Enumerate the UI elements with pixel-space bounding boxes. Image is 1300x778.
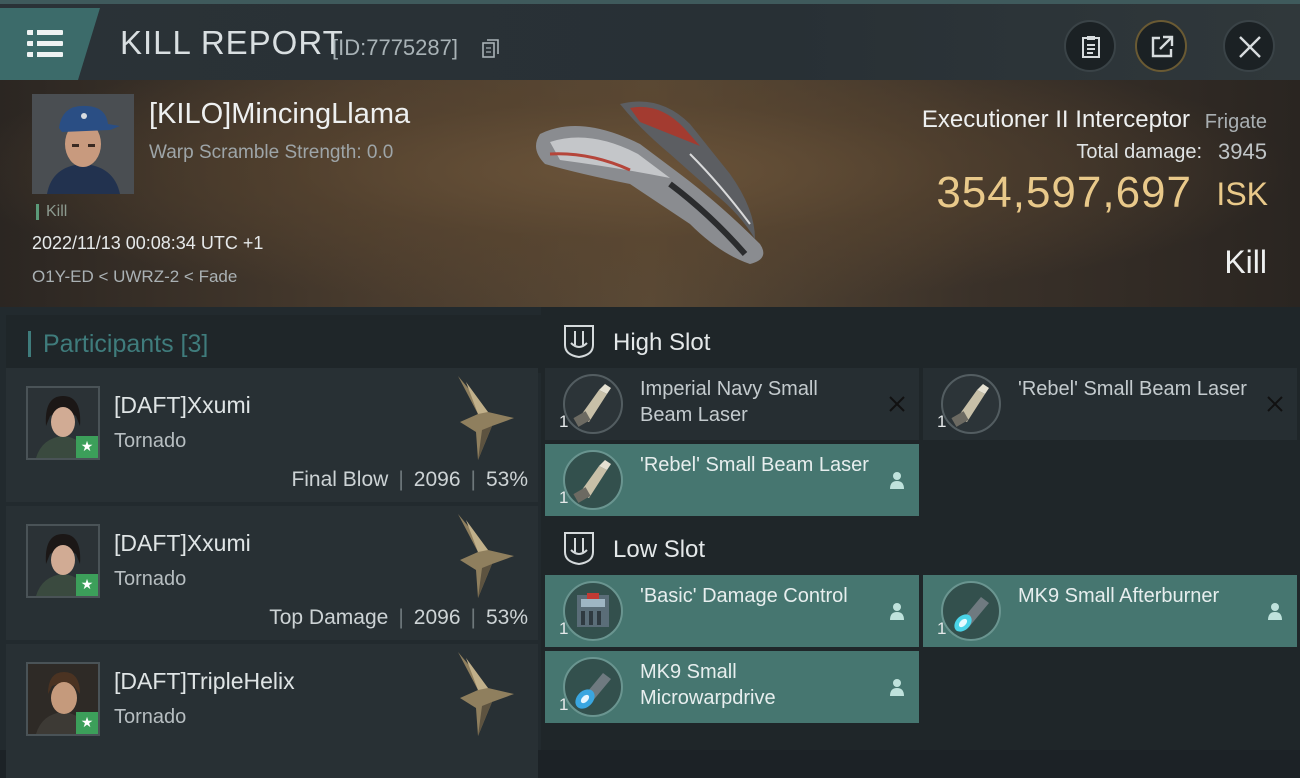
microwarpdrive-icon [563, 657, 623, 717]
person-icon [890, 472, 904, 489]
total-damage-label: Total damage: [1076, 141, 1202, 163]
participant-ship-icon[interactable] [448, 372, 518, 464]
participant-badge-icon: ★ [76, 574, 98, 596]
module-quantity: 1 [559, 488, 569, 507]
clipboard-icon [1082, 36, 1100, 58]
beam-laser-icon [563, 450, 623, 510]
copy-icon[interactable] [482, 39, 500, 59]
module-item[interactable]: 1 'Rebel' Small Beam Laser [923, 368, 1297, 440]
participant-portrait[interactable]: ★ [26, 662, 100, 736]
warp-scramble-strength: Warp Scramble Strength: 0.0 [149, 142, 394, 163]
person-icon [890, 603, 904, 620]
module-name: 'Basic' Damage Control [640, 585, 848, 607]
participant-ship-icon[interactable] [448, 510, 518, 602]
participant-portrait[interactable]: ★ [26, 524, 100, 598]
fitting-panel: High Slot 1 Imperial Navy Small Beam Las… [541, 307, 1300, 750]
participant-damage: 2096 [413, 468, 461, 491]
high-slot-title: High Slot [613, 329, 711, 356]
high-slot-header: High Slot [541, 311, 1300, 371]
isk-value: 354,597,697 [936, 168, 1192, 217]
kill-location: O1Y-ED < UWRZ-2 < Fade [32, 267, 238, 286]
low-slot-title: Low Slot [613, 536, 706, 563]
module-quantity: 1 [559, 412, 569, 431]
module-quantity: 1 [937, 619, 947, 638]
module-name: 'Rebel' Small Beam Laser [640, 454, 869, 476]
result-label: Kill [1224, 244, 1267, 280]
destroyed-icon [889, 396, 905, 412]
header-bar: KILL REPORT [ID:7775287] [0, 0, 1300, 80]
isk-unit: ISK [1216, 176, 1268, 212]
report-id: [ID:7775287] [332, 35, 458, 60]
close-icon [1239, 36, 1261, 58]
person-icon [890, 679, 904, 696]
beam-laser-icon [563, 374, 623, 434]
participant-name[interactable]: [DAFT]TripleHelix [114, 668, 295, 695]
module-quantity: 1 [559, 619, 569, 638]
module-name: MK9 Small Microwarpdrive [640, 661, 776, 709]
afterburner-icon [941, 581, 1001, 641]
person-icon [1268, 603, 1282, 620]
close-button[interactable] [1223, 20, 1275, 72]
module-item[interactable]: 1 MK9 Small Afterburner [923, 575, 1297, 647]
victim-ship-name[interactable]: Executioner II Interceptor [922, 106, 1190, 134]
participants-title: Participants [3] [28, 331, 208, 357]
victim-name[interactable]: [KILO]MincingLlama [149, 98, 410, 131]
module-quantity: 1 [937, 412, 947, 431]
participant-portrait[interactable]: ★ [26, 386, 100, 460]
participant-badge-icon: ★ [76, 712, 98, 734]
participant-role: Top Damage [269, 606, 389, 629]
participant-damage: 2096 [413, 606, 461, 629]
module-quantity: 1 [559, 695, 569, 714]
participant-name[interactable]: [DAFT]Xxumi [114, 530, 251, 557]
victim-ship-image [536, 101, 764, 264]
share-button[interactable] [1135, 20, 1187, 72]
victim-banner: [KILO]MincingLlama Warp Scramble Strengt… [0, 80, 1300, 307]
module-name: 'Rebel' Small Beam Laser [1018, 378, 1247, 400]
low-slot-header: Low Slot [541, 518, 1300, 578]
participant-name[interactable]: [DAFT]Xxumi [114, 392, 251, 419]
module-item[interactable]: 1 'Basic' Damage Control [545, 575, 919, 647]
menu-button[interactable] [0, 8, 100, 80]
participant-row[interactable]: ★ [DAFT]Xxumi Tornado Final Blow | 2096 | 53… [6, 368, 538, 502]
kill-tag: Kill [36, 204, 67, 220]
participant-row[interactable]: ★ [DAFT]TripleHelix Tornado [6, 644, 538, 778]
participants-header: Participants [3] [6, 315, 541, 373]
damage-control-icon [563, 581, 623, 641]
participant-percent: 53% [485, 606, 528, 629]
participant-stats: Final Blow | 2096 | 53% [291, 468, 528, 491]
victim-ship-class: Frigate [1204, 111, 1267, 133]
clipboard-button[interactable] [1064, 20, 1116, 72]
participant-ship: Tornado [114, 430, 187, 452]
victim-portrait[interactable] [32, 94, 134, 194]
kill-timestamp: 2022/11/13 00:08:34 UTC +1 [32, 233, 264, 253]
participant-ship: Tornado [114, 706, 187, 728]
participant-percent: 53% [485, 468, 528, 491]
module-name: MK9 Small Afterburner [1018, 585, 1220, 607]
low-slot-icon [564, 532, 594, 566]
share-icon [1151, 35, 1174, 58]
total-damage-value: 3945 [1218, 139, 1267, 164]
module-name: Imperial Navy Small Beam Laser [640, 378, 818, 426]
page-title: KILL REPORT [120, 24, 344, 61]
beam-laser-icon [941, 374, 1001, 434]
participant-ship: Tornado [114, 568, 187, 590]
module-item[interactable]: 1 MK9 Small Microwarpdrive [545, 651, 919, 723]
participant-badge-icon: ★ [76, 436, 98, 458]
high-slot-icon [564, 325, 594, 359]
module-item[interactable]: 1 'Rebel' Small Beam Laser [545, 444, 919, 516]
participant-ship-icon[interactable] [448, 648, 518, 740]
participant-row[interactable]: ★ [DAFT]Xxumi Tornado Top Damage | 2096 | 53… [6, 506, 538, 640]
destroyed-icon [1267, 396, 1283, 412]
participant-role: Final Blow [291, 468, 389, 491]
participants-panel: Participants [3] ★ [DAFT]Xxumi Tornado F… [0, 307, 541, 778]
module-item[interactable]: 1 Imperial Navy Small Beam Laser [545, 368, 919, 440]
participant-stats: Top Damage | 2096 | 53% [269, 606, 528, 629]
